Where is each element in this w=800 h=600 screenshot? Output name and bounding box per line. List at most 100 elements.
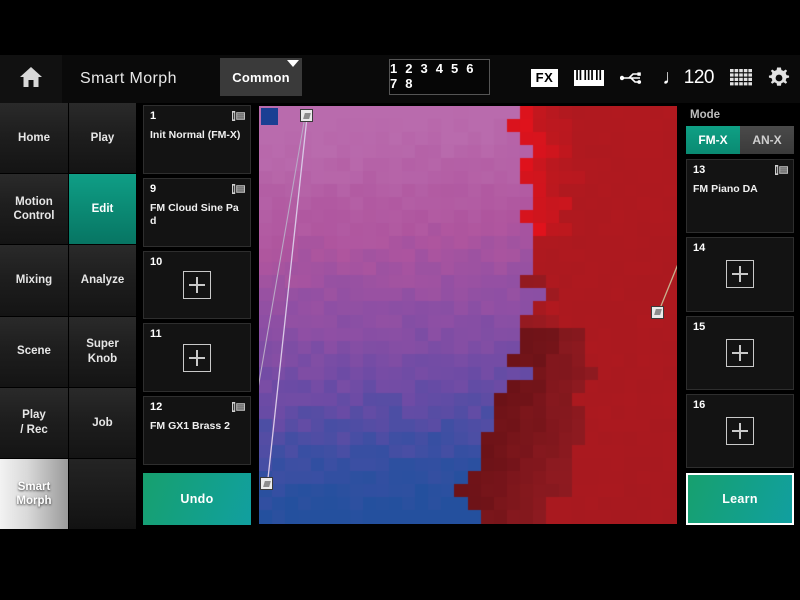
add-plus-icon[interactable] xyxy=(183,343,211,372)
node-connector-line xyxy=(259,116,306,386)
tempo-display[interactable]: ♩ 120 xyxy=(662,66,714,90)
home-icon xyxy=(19,66,43,93)
learn-button-label: Learn xyxy=(722,492,758,506)
preset-slot-number: 11 xyxy=(150,328,162,341)
part-waveform-icon xyxy=(232,111,245,121)
sidebar-item-edit[interactable]: Edit xyxy=(69,174,136,246)
preset-slot-number: 12 xyxy=(150,401,163,414)
morph-map[interactable] xyxy=(259,106,677,524)
tempo-note-icon: ♩ xyxy=(662,66,683,89)
sidebar-item-smart-morph[interactable]: Smart Morph xyxy=(0,458,68,531)
undo-button[interactable]: Undo xyxy=(143,473,251,525)
node-connector-line xyxy=(657,264,677,314)
part-waveform-icon xyxy=(775,165,788,175)
preset-slot[interactable]: 12 FM GX1 Brass 2 xyxy=(143,396,251,465)
morph-node-glyph xyxy=(302,112,311,119)
preset-slot-empty[interactable]: 15 xyxy=(686,315,794,390)
preset-slot[interactable]: 9 FM Cloud Sine Pad xyxy=(143,177,251,247)
left-cell-container: 1 Init Normal (FM-X) 9 FM Cloud Sine Pad 10 1… xyxy=(143,105,251,465)
part-indicator[interactable]: 1 2 3 4 5 6 7 8 xyxy=(389,59,490,95)
sidebar-item-label: Scene xyxy=(17,345,51,358)
sidebar-item-label: Job xyxy=(92,416,113,429)
preset-slot-empty[interactable]: 10 xyxy=(143,250,251,320)
preset-slot-number: 15 xyxy=(693,320,706,333)
preset-slot[interactable]: 13 FM Piano DA xyxy=(686,159,794,234)
morph-node-glyph xyxy=(653,309,662,316)
grid-icon[interactable] xyxy=(730,69,752,87)
sidebar-item-label: Edit xyxy=(91,203,114,216)
preset-slot[interactable]: 1 Init Normal (FM-X) xyxy=(143,105,251,174)
preset-slot-name: Init Normal (FM-X) xyxy=(150,129,241,141)
preset-slot-number: 13 xyxy=(693,164,706,176)
chevron-down-icon xyxy=(287,60,299,67)
preset-slot-empty[interactable]: 11 xyxy=(143,323,251,393)
part-waveform-icon xyxy=(232,183,245,194)
morph-node-handle[interactable] xyxy=(651,305,665,319)
mode-option-fm-x[interactable]: FM-X xyxy=(686,126,740,154)
morph-node-links xyxy=(259,116,677,485)
common-tab-label: Common xyxy=(232,69,290,85)
smart-morph-screen: Smart Morph Common 1 2 3 4 5 6 7 8 FX ♩ … xyxy=(0,0,800,600)
morph-node-handle[interactable] xyxy=(260,477,274,491)
origin-color-swatch xyxy=(261,108,278,125)
sidebar-item-play-rec[interactable]: Play / Rec xyxy=(0,387,68,459)
home-button[interactable] xyxy=(0,55,62,103)
keyboard-icon xyxy=(574,70,605,86)
preset-slot-number: 1 xyxy=(150,110,157,122)
mode-option-label: FM-X xyxy=(698,133,728,147)
preset-slot-name: FM Piano DA xyxy=(693,183,758,195)
preset-slot-name: FM Cloud Sine Pad xyxy=(150,201,239,227)
common-tab[interactable]: Common xyxy=(220,58,302,96)
preset-slot-name: FM GX1 Brass 2 xyxy=(150,420,230,433)
add-plus-icon[interactable] xyxy=(183,270,211,299)
sidebar-item-label: Smart Morph xyxy=(16,480,52,507)
sidebar-item-motion-control[interactable]: Motion Control xyxy=(0,174,68,246)
sidebar-item-play[interactable]: Play xyxy=(69,103,136,175)
sidebar-item-label: Play xyxy=(90,131,115,144)
learn-button[interactable]: Learn xyxy=(686,473,794,525)
sidebar-item-label: Analyze xyxy=(80,274,125,287)
mode-option-an-x[interactable]: AN-X xyxy=(740,126,794,154)
right-cell-container: 13 FM Piano DA 14 15 16 xyxy=(686,159,794,468)
morph-node-glyph xyxy=(262,480,271,487)
tempo-value: 120 xyxy=(683,67,715,88)
gear-icon[interactable] xyxy=(768,67,790,89)
preset-slot-number: 10 xyxy=(150,255,163,268)
sidebar-item-job[interactable]: Job xyxy=(69,387,136,459)
right-panel: Mode FM-X AN-X 13 FM Piano DA 14 15 16 Learn xyxy=(686,105,794,525)
status-icon-group: FX ♩ 120 xyxy=(530,58,790,98)
sidebar-item-blank xyxy=(69,458,136,531)
preset-slot-empty[interactable]: 14 xyxy=(686,237,794,312)
undo-button-label: Undo xyxy=(180,492,214,506)
sidebar-item-label: Mixing xyxy=(15,274,53,287)
usb-icon xyxy=(620,70,646,86)
preset-slot-number: 9 xyxy=(150,182,157,195)
add-plus-icon[interactable] xyxy=(726,416,754,445)
left-preset-list: 1 Init Normal (FM-X) 9 FM Cloud Sine Pad 10 1… xyxy=(143,105,251,525)
mode-option-label: AN-X xyxy=(752,133,782,147)
sidebar-column-a: Home Motion Control Mixing Scene Play / Rec Sma… xyxy=(0,103,68,531)
mode-toggle: FM-X AN-X xyxy=(686,126,794,154)
morph-node-handle[interactable] xyxy=(300,109,314,123)
preset-slot-empty[interactable]: 16 xyxy=(686,393,794,468)
sidebar-item-analyze[interactable]: Analyze xyxy=(69,245,136,317)
left-sidebar: Home Motion Control Mixing Scene Play / Rec Sma… xyxy=(0,103,136,531)
part-indicator-digits: 1 2 3 4 5 6 7 8 xyxy=(390,61,476,91)
sidebar-item-label: Home xyxy=(18,131,50,144)
sidebar-item-scene[interactable]: Scene xyxy=(0,316,68,388)
part-waveform-icon xyxy=(232,402,245,413)
sidebar-item-super-knob[interactable]: Super Knob xyxy=(69,316,136,388)
add-plus-icon[interactable] xyxy=(726,338,754,367)
fx-badge[interactable]: FX xyxy=(530,69,559,87)
sidebar-item-label: Play / Rec xyxy=(20,409,48,436)
mode-label: Mode xyxy=(690,109,721,121)
page-title: Smart Morph xyxy=(80,70,177,87)
sidebar-column-b: Play Edit Analyze Super Knob Job xyxy=(68,103,136,531)
sidebar-item-label: Super Knob xyxy=(86,338,119,365)
sidebar-item-home[interactable]: Home xyxy=(0,103,68,175)
sidebar-item-label: Motion Control xyxy=(13,195,55,223)
add-plus-icon[interactable] xyxy=(726,260,754,289)
sidebar-item-mixing[interactable]: Mixing xyxy=(0,245,68,317)
preset-slot-number: 14 xyxy=(693,242,706,255)
preset-slot-number: 16 xyxy=(693,398,706,411)
